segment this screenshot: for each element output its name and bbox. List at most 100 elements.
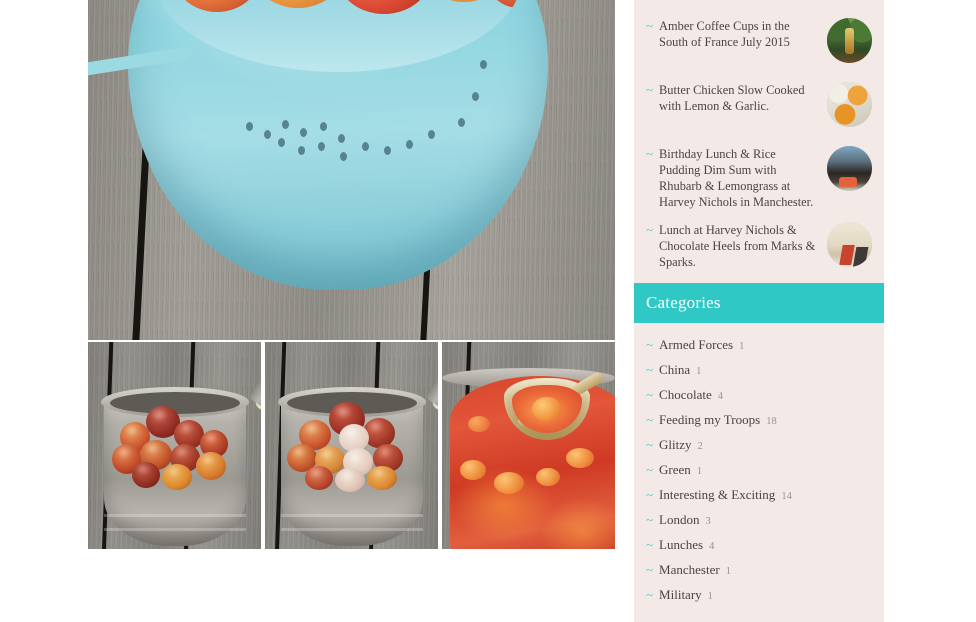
recent-post-link[interactable]: Amber Coffee Cups in the South of France… — [659, 18, 819, 50]
colander-hole — [282, 120, 289, 129]
recipe-step-image-row — [88, 342, 615, 549]
list-item[interactable]: ~ Feeding my Troops 18 — [646, 408, 872, 433]
saucepan — [101, 342, 261, 546]
recent-post-thumbnail[interactable] — [827, 82, 872, 127]
category-count: 18 — [766, 416, 777, 427]
list-item[interactable]: ~ Glitzy 2 — [646, 433, 872, 458]
tilde-bullet-icon: ~ — [646, 387, 654, 402]
plum — [336, 0, 432, 14]
jam-fruit-chunk — [536, 468, 560, 486]
step-image-3 — [442, 342, 615, 549]
tilde-bullet-icon: ~ — [646, 562, 654, 577]
colander-handle — [88, 44, 213, 168]
list-item[interactable]: ~ Military 1 — [646, 583, 872, 608]
colander-hole — [320, 122, 327, 131]
recent-post-text: ~ Birthday Lunch & Rice Pudding Dim Sum … — [646, 146, 819, 210]
colander-hole — [362, 142, 369, 151]
saucepan — [278, 342, 438, 546]
colander-hole — [246, 122, 253, 131]
recent-post-text: ~ Amber Coffee Cups in the South of Fran… — [646, 18, 819, 50]
category-link-china[interactable]: China — [659, 361, 690, 378]
list-item[interactable]: ~ London 3 — [646, 508, 872, 533]
tilde-bullet-icon: ~ — [646, 146, 654, 161]
tilde-bullet-icon: ~ — [646, 362, 654, 377]
category-link-chocolate[interactable]: Chocolate — [659, 386, 712, 403]
list-item[interactable]: ~ Lunches 4 — [646, 533, 872, 558]
curry-plate-icon — [827, 82, 872, 127]
list-item[interactable]: ~ Interesting & Exciting 14 — [646, 483, 872, 508]
categories-widget-title: Categories — [634, 283, 884, 323]
category-count: 2 — [697, 441, 703, 452]
list-item[interactable]: ~ Lunch at Harvey Nichols & Chocolate He… — [646, 222, 872, 274]
recent-post-text: ~ Butter Chicken Slow Cooked with Lemon … — [646, 82, 819, 114]
step-image-2 — [265, 342, 438, 549]
category-count: 1 — [696, 366, 702, 377]
tilde-bullet-icon: ~ — [646, 487, 654, 502]
category-link-interesting-and-exciting[interactable]: Interesting & Exciting — [659, 486, 775, 503]
jam-fruit-chunk — [532, 397, 562, 421]
colander-hole — [472, 92, 479, 101]
recent-posts-widget: Recent Posts ~ Shenyang, Liaoning Provin… — [634, 0, 884, 302]
list-item[interactable]: ~ Armed Forces 1 — [646, 333, 872, 358]
category-count: 4 — [717, 391, 724, 402]
vineyard-bottle-icon — [827, 18, 872, 63]
category-count: 1 — [696, 466, 703, 477]
post-content-column — [88, 0, 615, 549]
plum — [418, 0, 510, 2]
tilde-bullet-icon: ~ — [646, 537, 654, 552]
step-image-1 — [88, 342, 261, 549]
colander-hole — [264, 130, 271, 139]
category-count: 1 — [707, 591, 713, 602]
recent-post-thumbnail[interactable] — [827, 222, 872, 267]
category-count: 14 — [781, 491, 792, 502]
jam-fruit-chunk — [566, 448, 594, 468]
tilde-bullet-icon: ~ — [646, 462, 654, 477]
jam-fruit-chunk — [468, 416, 490, 432]
plum — [172, 0, 262, 12]
category-link-feeding-my-troops[interactable]: Feeding my Troops — [659, 411, 760, 428]
category-link-military[interactable]: Military — [659, 586, 702, 603]
list-item[interactable]: ~ Butter Chicken Slow Cooked with Lemon … — [646, 82, 872, 134]
plum-skinned — [335, 468, 365, 492]
pan-band — [104, 528, 246, 531]
list-item[interactable]: ~ Chocolate 4 — [646, 383, 872, 408]
list-item[interactable]: ~ Birthday Lunch & Rice Pudding Dim Sum … — [646, 146, 872, 210]
category-link-london[interactable]: London — [659, 511, 699, 528]
list-item[interactable]: ~ Amber Coffee Cups in the South of Fran… — [646, 18, 872, 70]
restaurant-table-icon — [827, 146, 872, 191]
hero-photo-colander-of-plums — [88, 0, 615, 340]
recent-post-link[interactable]: Butter Chicken Slow Cooked with Lemon & … — [659, 82, 819, 114]
category-link-armed-forces[interactable]: Armed Forces — [659, 336, 733, 353]
category-count: 3 — [705, 516, 711, 527]
tilde-bullet-icon: ~ — [646, 437, 654, 452]
pan-band — [281, 528, 423, 531]
colander-hole — [458, 118, 465, 127]
category-link-green[interactable]: Green — [659, 461, 691, 478]
plum — [484, 0, 522, 8]
colander-bowl-interior — [154, 0, 522, 72]
category-link-glitzy[interactable]: Glitzy — [659, 436, 692, 453]
colander-hole — [340, 152, 347, 161]
recent-post-thumbnail[interactable] — [827, 146, 872, 191]
recent-post-thumbnail[interactable] — [827, 18, 872, 63]
tilde-bullet-icon: ~ — [646, 337, 654, 352]
colander-hole — [300, 128, 307, 137]
tilde-bullet-icon: ~ — [646, 222, 654, 237]
tilde-bullet-icon: ~ — [646, 82, 654, 97]
list-item[interactable]: ~ Shenyang, Liaoning Province, China. — [646, 0, 872, 6]
list-item[interactable]: ~ China 1 — [646, 358, 872, 383]
list-item[interactable]: ~ Manchester 1 — [646, 558, 872, 583]
recent-posts-list: ~ Shenyang, Liaoning Province, China. ~ … — [634, 0, 884, 274]
recent-post-link[interactable]: Birthday Lunch & Rice Pudding Dim Sum wi… — [659, 146, 819, 210]
jam-fruit-chunk — [494, 472, 524, 494]
blog-page: Recent Posts ~ Shenyang, Liaoning Provin… — [0, 0, 976, 622]
interior-dining-icon — [827, 222, 872, 267]
recent-post-text: ~ Lunch at Harvey Nichols & Chocolate He… — [646, 222, 819, 270]
list-item[interactable]: ~ Green 1 — [646, 458, 872, 483]
recent-post-link[interactable]: Lunch at Harvey Nichols & Chocolate Heel… — [659, 222, 819, 270]
plum — [367, 466, 397, 490]
colander-hole — [480, 60, 487, 69]
category-link-manchester[interactable]: Manchester — [659, 561, 720, 578]
category-link-lunches[interactable]: Lunches — [659, 536, 703, 553]
categories-list: ~ Armed Forces 1 ~ China 1 ~ Chocolate 4… — [634, 323, 884, 608]
